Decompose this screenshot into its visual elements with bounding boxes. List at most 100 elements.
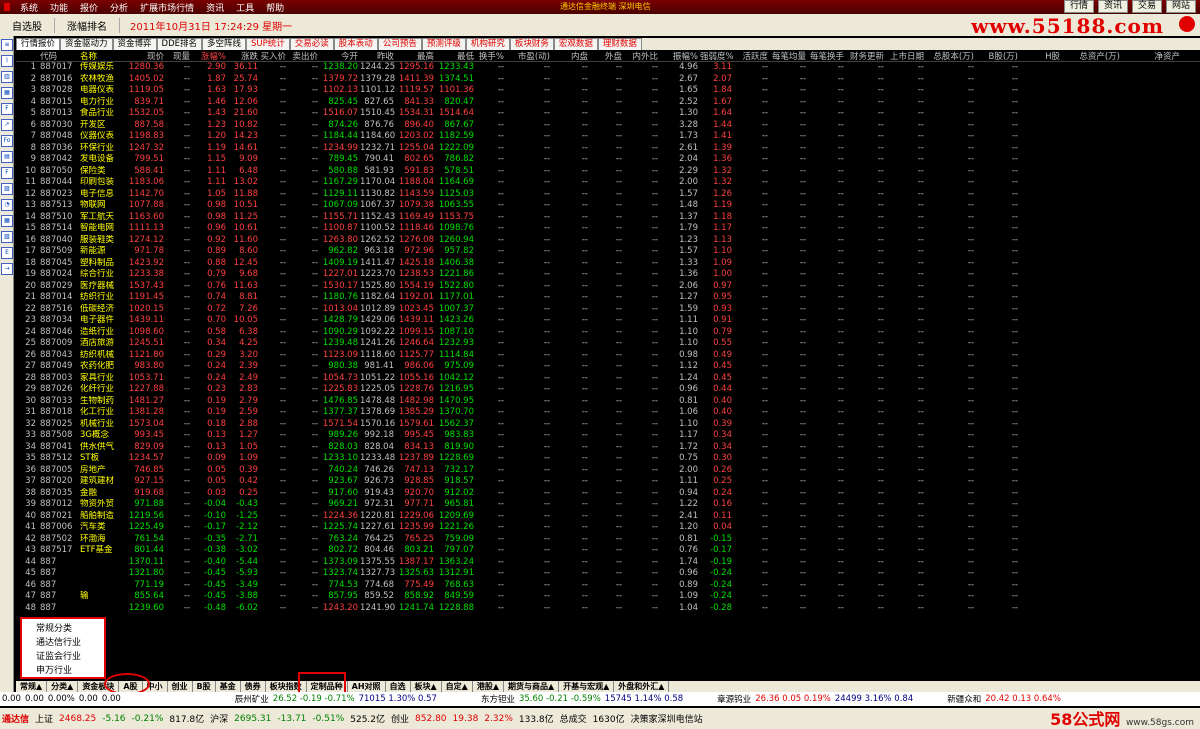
column-header[interactable]: 最高	[396, 50, 436, 61]
table-row[interactable]: 23 887034 电子器件 1439.11 -- 0.70 10.05 -- -- 1428.7…	[16, 315, 1200, 327]
table-row[interactable]: 34 887041 供水供气 829.09 -- 0.13 1.05 -- -- 828.03 82…	[16, 442, 1200, 454]
column-header[interactable]: 振幅%	[660, 50, 700, 61]
table-row[interactable]: 16 887040 服装鞋类 1274.12 -- 0.92 11.60 -- -- 1263.8…	[16, 235, 1200, 247]
bottom-tab[interactable]: AH对照	[348, 681, 386, 692]
ticker-stock4[interactable]: 新疆众和	[947, 693, 981, 705]
table-row[interactable]: 12 887023 电子信息 1142.70 -- 1.05 11.88 -- -- 1129.1…	[16, 189, 1200, 201]
table-row[interactable]: 46 887 771.19 -- -0.45 -3.49 -- -- 774.53 774.68 7…	[16, 580, 1200, 592]
column-header[interactable]: 每笔均量	[770, 50, 808, 61]
trend-icon[interactable]: ↗	[1, 119, 13, 131]
kline-icon[interactable]: ▥	[1, 71, 13, 83]
trade-button[interactable]: 交易	[1131, 0, 1162, 13]
ticker-stock3[interactable]: 章源钨业	[717, 693, 751, 705]
table-row[interactable]: 28 887003 家具行业 1053.71 -- 0.24 2.49 -- -- 1054.73…	[16, 373, 1200, 385]
table-row[interactable]: 27 887049 农药化肥 983.80 -- 0.24 2.39 -- -- 980.38 98…	[16, 361, 1200, 373]
menu-function[interactable]: 功能	[44, 1, 74, 14]
table-row[interactable]: 4 887015 电力行业 839.71 -- 1.46 12.06 -- -- 825.45 82…	[16, 97, 1200, 109]
column-header[interactable]: 卖出价	[288, 50, 320, 61]
tab-sup[interactable]: SUP统计	[246, 38, 290, 50]
table-row[interactable]: 37 887020 建筑建材 927.15 -- 0.05 0.42 -- -- 923.67 92…	[16, 476, 1200, 488]
table-row[interactable]: 20 887029 医疗器械 1537.43 -- 0.76 11.63 -- -- 1530.1…	[16, 281, 1200, 293]
table-row[interactable]: 38 887035 金融 919.68 -- 0.03 0.25 -- -- 917.60 919.…	[16, 488, 1200, 500]
table-row[interactable]: 36 887005 房地产 746.85 -- 0.05 0.39 -- -- 740.24 746…	[16, 465, 1200, 477]
table-row[interactable]: 41 887006 汽车类 1225.49 -- -0.17 -2.12 -- -- 1225.7…	[16, 522, 1200, 534]
sz-index-value[interactable]: 2695.31	[234, 714, 271, 724]
column-header[interactable]: 每笔换手	[808, 50, 846, 61]
bottom-tab[interactable]: 基金	[216, 681, 241, 692]
table-row[interactable]: 2 887016 农林牧渔 1405.02 -- 1.87 25.74 -- -- 1379.72…	[16, 74, 1200, 86]
column-header[interactable]: 代码	[38, 50, 78, 61]
column-header[interactable]	[16, 50, 38, 61]
bottom-tab[interactable]: 期货与商品▲	[504, 681, 560, 692]
column-header[interactable]: 换手%	[476, 50, 506, 61]
table-row[interactable]: 30 887033 生物制药 1481.27 -- 0.19 2.79 -- -- 1476.85…	[16, 396, 1200, 408]
bottom-tab[interactable]: 常规▲	[16, 681, 48, 692]
table-row[interactable]: 22 887516 低碳经济 1020.15 -- 0.72 7.26 -- -- 1013.04…	[16, 304, 1200, 316]
table-row[interactable]: 5 887013 食品行业 1532.05 -- 1.43 21.60 -- -- 1516.07…	[16, 108, 1200, 120]
table-row[interactable]: 8 887036 环保行业 1247.32 -- 1.19 14.61 -- -- 1234.99…	[16, 143, 1200, 155]
column-header[interactable]: 外盘	[590, 50, 624, 61]
menu-help[interactable]: 帮助	[260, 1, 290, 14]
column-header[interactable]: 市盈(动)	[506, 50, 552, 61]
bars-icon[interactable]: ▦	[1, 87, 13, 99]
tab-dde[interactable]: DDE排名	[156, 38, 203, 50]
table-row[interactable]: 43 887517 ETF基金 801.44 -- -0.38 -3.02 -- -- 802.7…	[16, 545, 1200, 557]
table-row[interactable]: 33 887508 3G概念 993.45 -- 0.13 1.27 -- -- 989.26 99…	[16, 430, 1200, 442]
column-header[interactable]: 总资产(万)	[1062, 50, 1122, 61]
column-header[interactable]: 今开	[320, 50, 360, 61]
menu-system[interactable]: 系统	[14, 1, 44, 14]
tab-watchlist[interactable]: 自选股	[0, 17, 55, 33]
table-row[interactable]: 39 887012 物资外贸 971.88 -- -0.04 -0.43 -- -- 969.21…	[16, 499, 1200, 511]
table-row[interactable]: 31 887018 化工行业 1381.28 -- 0.19 2.59 -- -- 1377.37…	[16, 407, 1200, 419]
bottom-tab[interactable]: 创业	[168, 681, 193, 692]
tab-sector-finance[interactable]: 板块财务	[509, 38, 554, 50]
compare-icon[interactable]: ▧	[1, 231, 13, 243]
popup-item-sw-industry[interactable]: 申万行业	[22, 663, 104, 677]
table-row[interactable]: 1 887017 传媒娱乐 1280.36 -- 2.90 36.11 -- -- 1238.20…	[16, 62, 1200, 74]
table-row[interactable]: 42 887502 环渤海 761.54 -- -0.35 -2.71 -- -- 763.24 7…	[16, 534, 1200, 546]
grid-icon[interactable]: ▦	[1, 215, 13, 227]
ticker-stock1[interactable]: 辰州矿业	[235, 693, 269, 705]
column-header[interactable]: 昨收	[360, 50, 396, 61]
website-button[interactable]: 网站	[1165, 0, 1196, 13]
table-row[interactable]: 14 887510 军工航天 1163.60 -- 0.98 11.25 -- -- 1155.7…	[16, 212, 1200, 224]
table-row[interactable]: 18 887045 塑料制品 1423.92 -- 0.88 12.45 -- -- 1409.1…	[16, 258, 1200, 270]
table-row[interactable]: 48 887 1239.60 -- -0.48 -6.02 -- -- 1243.20 1241.…	[16, 603, 1200, 615]
menu-news[interactable]: 资讯	[200, 1, 230, 14]
bottom-tab[interactable]: 开基与宏观▲	[559, 681, 615, 692]
f10-icon[interactable]: F	[1, 103, 13, 115]
column-header[interactable]: 名称	[78, 50, 126, 61]
table-row[interactable]: 3 887028 电器仪表 1119.05 -- 1.63 17.93 -- -- 1102.13…	[16, 85, 1200, 97]
pie-icon[interactable]: ◔	[1, 199, 13, 211]
cy-index-value[interactable]: 852.80	[415, 714, 447, 724]
popup-item-csrc-industry[interactable]: 证监会行业	[22, 649, 104, 663]
table-row[interactable]: 44 887 1370.11 -- -0.40 -5.44 -- -- 1373.09 1375.…	[16, 557, 1200, 569]
column-header[interactable]: 总股本(万)	[926, 50, 976, 61]
table-row[interactable]: 21 887014 纺织行业 1191.45 -- 0.74 8.81 -- -- 1180.76…	[16, 292, 1200, 304]
column-header[interactable]: 现价	[126, 50, 166, 61]
menu-tools[interactable]: 工具	[230, 1, 260, 14]
column-header[interactable]: 强弱度%	[700, 50, 734, 61]
tab-bull-bear[interactable]: 多空阵线	[202, 38, 247, 50]
tab-macro[interactable]: 宏观数据	[553, 38, 598, 50]
column-header[interactable]: 活跃度	[734, 50, 770, 61]
table-row[interactable]: 11 887044 印刷包装 1183.06 -- 1.11 13.02 -- -- 1167.2…	[16, 177, 1200, 189]
bottom-tab[interactable]: B股	[193, 681, 216, 692]
report-icon[interactable]: ▤	[1, 151, 13, 163]
menu-analysis[interactable]: 分析	[104, 1, 134, 14]
table-row[interactable]: 13 887513 物联网 1077.88 -- 0.98 10.51 -- -- 1067.09…	[16, 200, 1200, 212]
stats-icon[interactable]: ▨	[1, 183, 13, 195]
tab-company-notice[interactable]: 公司预告	[377, 38, 422, 50]
table-row[interactable]: 7 887048 仪器仪表 1198.83 -- 1.20 14.23 -- -- 1184.44…	[16, 131, 1200, 143]
popup-item-regular[interactable]: 常规分类	[22, 621, 104, 635]
tab-share-change[interactable]: 股本表动	[333, 38, 378, 50]
tab-institution[interactable]: 机构研究	[465, 38, 510, 50]
menu-quote[interactable]: 报价	[74, 1, 104, 14]
sh-index-value[interactable]: 2468.25	[59, 714, 96, 724]
tab-fund-game[interactable]: 资金博弈	[112, 38, 157, 50]
menu-ext-market[interactable]: 扩展市场行情	[134, 1, 200, 14]
table-row[interactable]: 15 887514 智能电网 1111.13 -- 0.96 10.61 -- -- 1100.8…	[16, 223, 1200, 235]
column-header[interactable]: 内外比	[624, 50, 660, 61]
column-header[interactable]: 现量	[166, 50, 192, 61]
tab-forecast[interactable]: 预测评级	[421, 38, 466, 50]
